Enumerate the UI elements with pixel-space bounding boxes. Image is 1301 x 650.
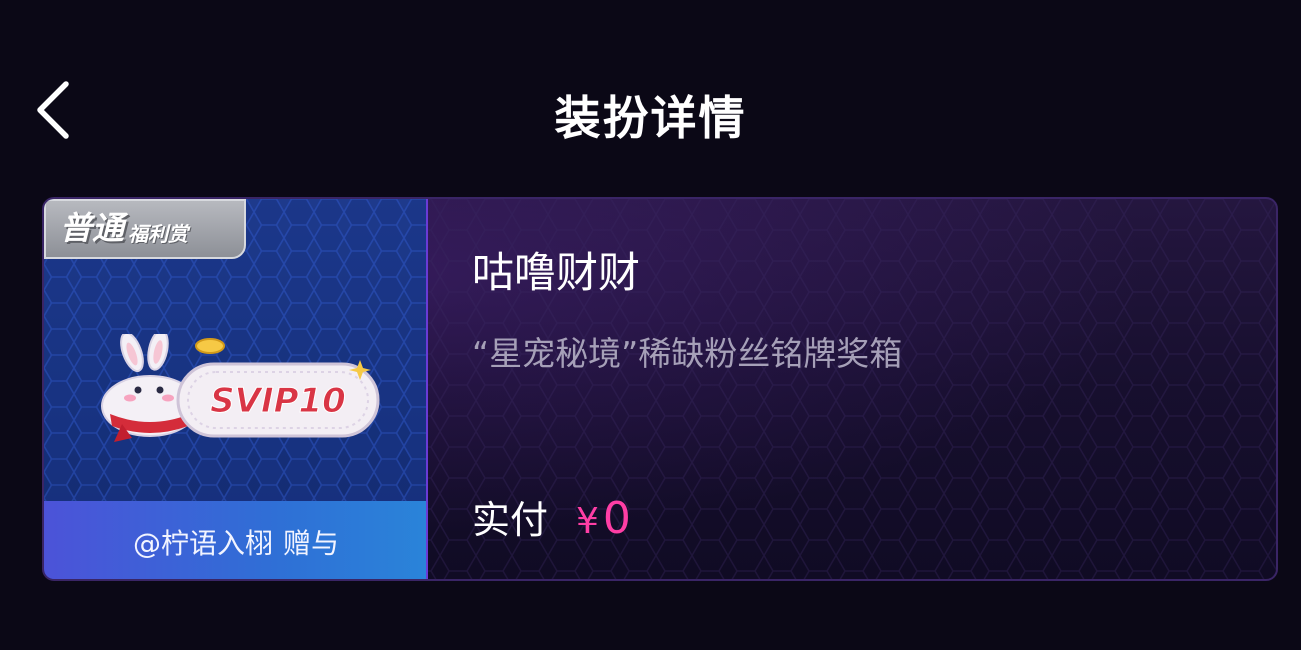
item-name: 咕噜财财 [472, 248, 641, 297]
gift-sender-bar: @柠语入栩 赠与 [44, 501, 426, 579]
fan-medal-artwork: SVIP10 [101, 334, 380, 442]
price-label: 实付 [472, 498, 549, 542]
page-title: 装扮详情 [554, 91, 747, 145]
item-description: “星宠秘境”稀缺粉丝铭牌奖箱 [472, 334, 903, 373]
item-card[interactable]: 普通 福利赏 SVIP10 @柠语入栩 赠与 咕噜财财 “星宠秘境”稀缺粉丝铭牌… [42, 197, 1278, 581]
gift-sender-name[interactable]: @柠语入栩 [133, 522, 273, 562]
tier-badge-sub-label: 福利赏 [128, 222, 189, 246]
currency-symbol: ¥ [576, 501, 599, 542]
item-info: 咕噜财财 “星宠秘境”稀缺粉丝铭牌奖箱 实付 ¥ 0 [472, 199, 1276, 579]
header-bar: 装扮详情 [0, 0, 1301, 200]
item-thumbnail[interactable]: 普通 福利赏 SVIP10 @柠语入栩 赠与 [44, 199, 428, 579]
gift-action-label: 赠与 [283, 527, 340, 560]
price-value: 0 [602, 493, 631, 544]
tier-badge-main-label: 普通 [60, 209, 125, 247]
medal-label: SVIP10 [210, 381, 346, 421]
tier-badge: 普通 福利赏 [44, 199, 246, 259]
price-row: 实付 ¥ 0 [472, 489, 631, 544]
